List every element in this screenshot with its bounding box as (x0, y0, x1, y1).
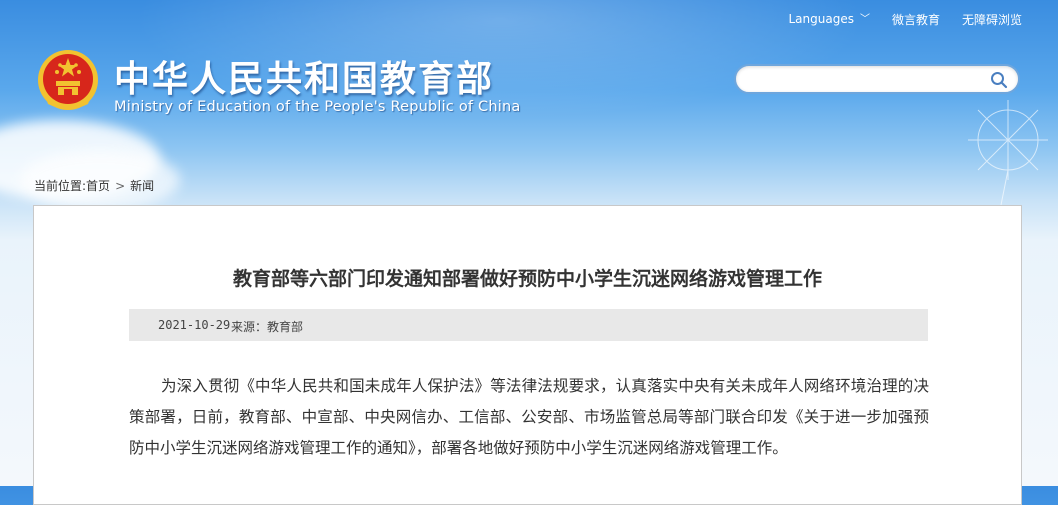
article-source: 来源：教育部 (231, 320, 304, 334)
accessibility-link[interactable]: 无障碍浏览 (962, 11, 1022, 28)
chevron-down-icon: ﹀ (859, 14, 870, 25)
breadcrumb-home-link[interactable]: 首页 (86, 179, 110, 193)
search-input[interactable] (746, 70, 990, 92)
article-title: 教育部等六部门印发通知部署做好预防中小学生沉迷网络游戏管理工作 (232, 268, 822, 290)
search-icon[interactable] (990, 71, 1008, 89)
languages-label: Languages (788, 12, 854, 26)
weibo-link[interactable]: 微言教育 (892, 11, 940, 28)
breadcrumb: 当前位置:首页 > 新闻 (34, 177, 154, 194)
languages-menu[interactable]: Languages ﹀ (788, 11, 869, 28)
national-emblem-icon (38, 50, 98, 110)
article-panel: 教育部等六部门印发通知部署做好预防中小学生沉迷网络游戏管理工作 2021-10-… (33, 205, 1022, 505)
article-meta-bar: 2021-10-29 来源：教育部 (129, 309, 928, 341)
breadcrumb-label: 当前位置: (34, 179, 87, 193)
breadcrumb-news-link[interactable]: 新闻 (130, 179, 154, 193)
search-box (734, 64, 1020, 94)
chevron-right-icon: > (115, 179, 126, 193)
site-title: 中华人民共和国教育部 (114, 59, 495, 100)
article-paragraph: 为深入贯彻《中华人民共和国未成年人保护法》等法律法规要求，认真落实中央有关未成年… (129, 377, 929, 457)
top-navigation: Languages ﹀ 微言教育 无障碍浏览 (788, 11, 1022, 28)
site-subtitle: Ministry of Education of the People's Re… (114, 99, 521, 115)
article-date: 2021-10-29 (158, 318, 231, 332)
